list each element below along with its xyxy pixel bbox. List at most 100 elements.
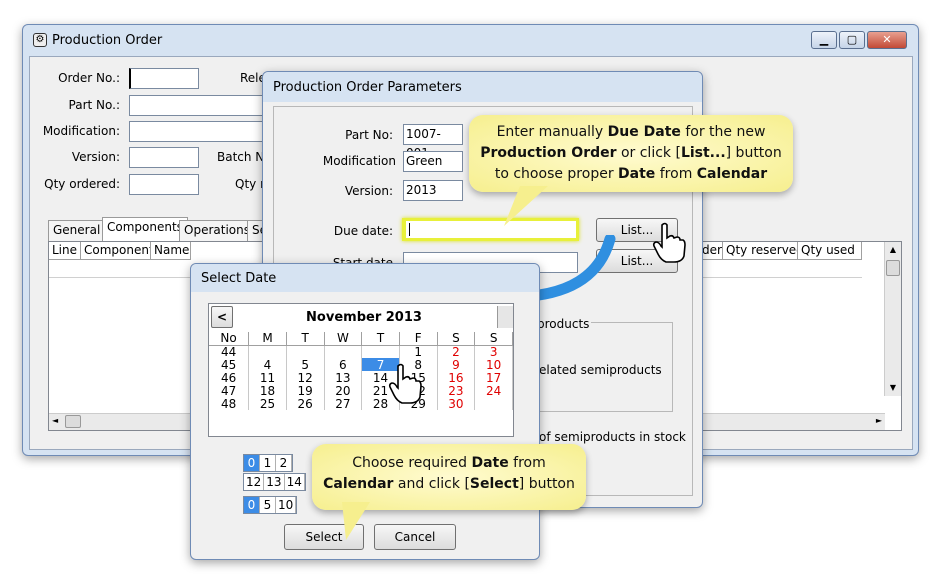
calendar-day[interactable]: 23 — [437, 384, 476, 397]
minute-spinner[interactable]: 0 5 10 — [243, 496, 298, 514]
due-date-label: Due date: — [333, 224, 393, 238]
params-modification-input[interactable]: Green — [403, 151, 463, 172]
minimize-button[interactable]: ▁ — [811, 31, 837, 49]
calendar-day — [361, 345, 400, 358]
params-part-no-input[interactable]: 1007-001 — [403, 124, 463, 160]
scroll-up-icon[interactable]: ▲ — [885, 242, 901, 258]
calendar-day[interactable]: 27 — [324, 397, 363, 410]
calendar-week-row: 46 11 12 13 14 15 16 17 — [209, 371, 513, 384]
hour-value[interactable]: 1 — [260, 455, 276, 471]
calendar-day[interactable]: 20 — [324, 384, 363, 397]
next-month-button[interactable] — [497, 306, 513, 328]
callout-text: for the new — [680, 124, 766, 140]
qty-ordered-label: Qty ordered: — [44, 177, 120, 191]
grid-col-qty-reserved[interactable]: Qty reserved — [723, 242, 798, 260]
modification-label: Modification: — [42, 124, 120, 138]
weekday-header: S — [474, 332, 513, 346]
scroll-down-icon[interactable]: ▼ — [885, 380, 901, 396]
select-date-title: Select Date — [201, 270, 277, 286]
modification-input[interactable] — [129, 121, 279, 142]
prev-month-button[interactable]: < — [211, 306, 233, 328]
callout-text: from — [655, 166, 697, 182]
calendar-day[interactable]: 10 — [474, 358, 513, 371]
calendar-day[interactable]: 6 — [324, 358, 363, 371]
part-no-label: Part No.: — [68, 98, 120, 112]
minute-value[interactable]: 0 — [244, 497, 260, 513]
calendar-day[interactable]: 25 — [248, 397, 287, 410]
hour-value[interactable]: 0 — [244, 455, 260, 471]
calendar-day[interactable]: 5 — [286, 358, 325, 371]
callout-text: ] button — [518, 476, 575, 492]
calendar-day[interactable]: 17 — [474, 371, 513, 384]
scroll-right-icon[interactable]: ► — [876, 416, 882, 425]
order-no-input[interactable] — [129, 68, 199, 89]
calendar-week-row: 44 1 2 3 — [209, 345, 513, 358]
week-number: 45 — [209, 358, 250, 371]
calendar-week-row: 48 25 26 27 28 29 30 — [209, 397, 513, 410]
minute-value[interactable]: 10 — [276, 497, 297, 513]
calendar-day[interactable]: 19 — [286, 384, 325, 397]
calendar-day[interactable]: 16 — [437, 371, 476, 384]
related-semiproducts-option[interactable]: elated semiproducts — [539, 363, 662, 377]
hand-cursor-icon — [388, 363, 422, 404]
calendar-day[interactable]: 4 — [248, 358, 287, 371]
tab-operations[interactable]: Operations — [179, 220, 255, 241]
calendar-day[interactable]: 18 — [248, 384, 287, 397]
callout-text: Choose required — [352, 455, 472, 471]
calendar-day[interactable]: 9 — [437, 358, 476, 371]
callout-bold: Date — [618, 166, 656, 182]
scroll-left-icon[interactable]: ◄ — [52, 416, 58, 425]
callout-bold: List... — [680, 145, 726, 161]
calendar-day[interactable]: 24 — [474, 384, 513, 397]
calendar-day[interactable]: 26 — [286, 397, 325, 410]
maximize-button[interactable]: ▢ — [839, 31, 865, 49]
params-titlebar: Production Order Parameters — [263, 72, 702, 102]
calendar-day[interactable]: 3 — [474, 345, 513, 358]
tab-general[interactable]: General — [48, 220, 106, 241]
hour-value[interactable]: 13 — [264, 474, 285, 490]
vertical-scrollbar[interactable]: ▲ ▼ — [884, 242, 901, 396]
calendar-body: 44 1 2 3 45 4 5 6 7 8 9 10 46 11 12 13 14 15 16 17 47 18 19 20 2… — [209, 345, 513, 410]
calendar-day[interactable]: 1 — [399, 345, 438, 358]
params-title: Production Order Parameters — [273, 79, 462, 95]
calendar-day[interactable]: 30 — [437, 397, 476, 410]
params-version-input[interactable]: 2013 — [403, 180, 463, 201]
minute-value[interactable]: 5 — [260, 497, 276, 513]
weekday-header: W — [324, 332, 363, 346]
tab-components[interactable]: Components — [102, 217, 188, 241]
hour-spinner[interactable]: 0 1 2 — [243, 454, 293, 472]
callout-bold: Production Order — [480, 145, 617, 161]
hour-value[interactable]: 14 — [285, 474, 305, 490]
hour-value[interactable]: 2 — [276, 455, 292, 471]
main-titlebar: ⚙ Production Order — [23, 25, 918, 55]
calendar-day[interactable]: 12 — [286, 371, 325, 384]
calendar-week-row: 4718192021222324 — [209, 384, 513, 397]
part-no-input[interactable] — [129, 95, 279, 116]
grid-col-component[interactable]: Component — [81, 242, 151, 260]
semiproducts-in-stock-option[interactable]: of semiproducts in stock — [539, 430, 686, 444]
calendar-day[interactable]: 2 — [437, 345, 476, 358]
calendar-day[interactable]: 13 — [324, 371, 363, 384]
grid-col-line[interactable]: Line — [49, 242, 81, 260]
hour-pm-spinner[interactable]: 12 13 14 — [243, 473, 306, 491]
grid-col-name[interactable]: Name — [151, 242, 191, 260]
due-date-caret — [409, 223, 410, 236]
params-modification-label: Modification — [322, 154, 396, 168]
order-no-label: Order No.: — [58, 71, 120, 85]
app-icon: ⚙ — [33, 33, 47, 47]
cancel-button[interactable]: Cancel — [374, 524, 456, 550]
qty-ordered-input[interactable] — [129, 174, 199, 195]
hour-value[interactable]: 12 — [244, 474, 265, 490]
close-button[interactable]: ✕ — [867, 31, 907, 49]
version-label: Version: — [71, 150, 120, 164]
callout-text: and click [ — [393, 476, 470, 492]
calendar-day[interactable]: 11 — [248, 371, 287, 384]
scroll-thumb[interactable] — [886, 260, 900, 276]
version-input[interactable] — [129, 147, 199, 168]
scroll-hthumb[interactable] — [65, 415, 81, 428]
main-window-title: Production Order — [52, 32, 163, 48]
grid-col-qty-used[interactable]: Qty used — [798, 242, 862, 260]
week-number: 47 — [209, 384, 250, 397]
calendar[interactable]: < November 2013 No M T W T F S S 44 1 2 3 45 4 5 6 7 8 9 1… — [208, 303, 514, 437]
callout-text: Enter manually — [496, 124, 608, 140]
